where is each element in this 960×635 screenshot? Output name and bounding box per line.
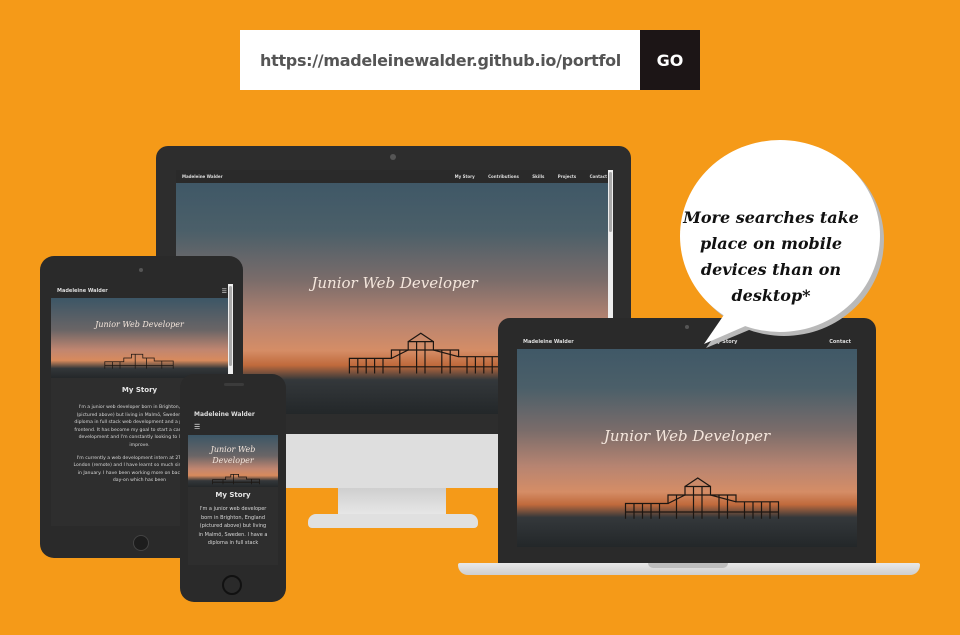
site-brand[interactable]: Madeleine Walder xyxy=(523,339,700,345)
story-heading: My Story xyxy=(215,491,251,499)
home-button-icon[interactable] xyxy=(222,575,242,595)
pier-silhouette xyxy=(104,353,174,369)
monitor-stand xyxy=(338,488,446,516)
phone-device: Madeleine Walder ☰ Junior Web Developer … xyxy=(180,374,286,602)
pier-silhouette xyxy=(624,477,780,519)
bubble-text: More searches take place on mobile devic… xyxy=(683,208,859,305)
hero-title: Junior Web Developer xyxy=(95,320,184,329)
camera-dot-icon xyxy=(139,268,143,272)
nav-item-skills[interactable]: Skills xyxy=(532,174,544,179)
hamburger-menu-icon[interactable]: ☰ xyxy=(222,288,227,295)
url-bar: GO xyxy=(240,30,700,90)
site-brand[interactable]: Madeleine Walder xyxy=(182,174,443,179)
hero-title: Junior Web Developer xyxy=(210,445,256,465)
phone-speaker xyxy=(224,383,244,386)
site-brand[interactable]: Madeleine Walder xyxy=(194,411,272,418)
phone-hero: Junior Web Developer xyxy=(188,435,278,487)
nav-item-projects[interactable]: Projects xyxy=(558,174,576,179)
site-brand[interactable]: Madeleine Walder xyxy=(57,288,222,294)
site-navbar: Madeleine Walder ☰ xyxy=(51,284,233,298)
nav-item-my-story[interactable]: My Story xyxy=(455,174,475,179)
scroll-thumb[interactable] xyxy=(229,286,232,366)
url-input[interactable] xyxy=(240,30,640,90)
site-navbar: Madeleine Walder ☰ xyxy=(188,407,278,435)
camera-dot-icon xyxy=(390,154,396,160)
hero-title: Junior Web Developer xyxy=(603,427,771,445)
site-navbar: Madeleine Walder My Story Contributions … xyxy=(176,170,613,183)
nav-item-contributions[interactable]: Contributions xyxy=(488,174,519,179)
scroll-thumb[interactable] xyxy=(609,172,612,232)
laptop-screen: Madeleine Walder My Story Contact Junior… xyxy=(517,335,857,547)
story-paragraph: I'm a junior web developer born in Brigh… xyxy=(198,506,268,547)
laptop-notch xyxy=(648,563,728,568)
site-nav-links: My Story Contributions Skills Projects C… xyxy=(443,174,607,179)
monitor-base xyxy=(308,514,478,528)
laptop-device: Madeleine Walder My Story Contact Junior… xyxy=(498,318,876,564)
home-button-icon[interactable] xyxy=(133,535,149,551)
pier-silhouette xyxy=(348,332,502,374)
hamburger-menu-icon[interactable]: ☰ xyxy=(194,423,272,431)
go-button[interactable]: GO xyxy=(640,30,700,90)
story-section: My Story I'm a junior web developer born… xyxy=(188,487,278,565)
tablet-hero: Junior Web Developer xyxy=(51,298,228,378)
pier-silhouette xyxy=(212,474,260,485)
phone-screen: Madeleine Walder ☰ Junior Web Developer … xyxy=(188,407,278,565)
nav-item-contact[interactable]: Contact xyxy=(590,174,607,179)
